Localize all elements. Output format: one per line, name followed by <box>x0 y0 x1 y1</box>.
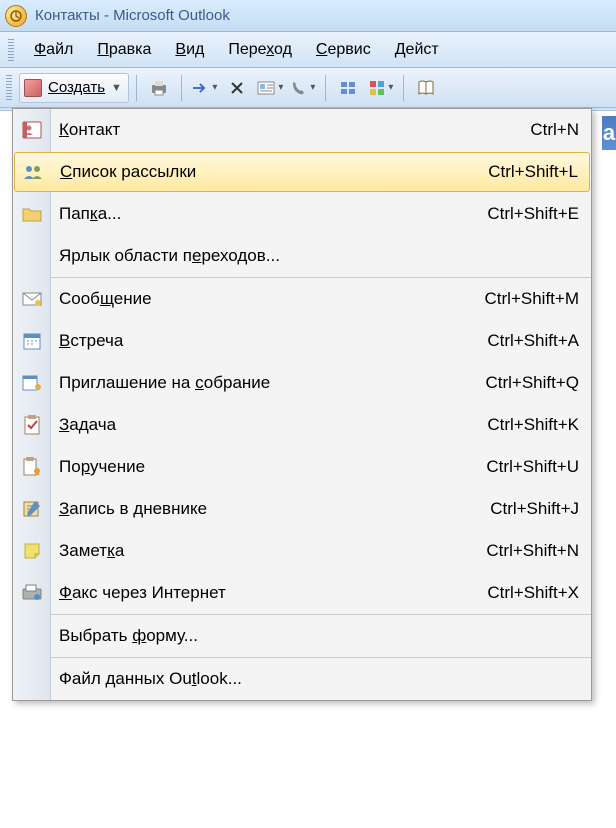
toolbar-separator <box>181 75 182 101</box>
menu-переход[interactable]: Переход <box>216 36 304 64</box>
delete-button[interactable] <box>222 73 252 103</box>
menubar-grip <box>8 39 14 61</box>
toolbar-separator <box>325 75 326 101</box>
window-title: Контакты - Microsoft Outlook <box>35 7 230 24</box>
menu-item[interactable]: ПоручениеCtrl+Shift+U <box>13 446 591 488</box>
alpha-index[interactable]: а <box>602 116 616 150</box>
menu-правка[interactable]: Правка <box>85 36 163 64</box>
menu-файл[interactable]: Файл <box>22 36 85 64</box>
toolbar: Создать ▼ ▾ ▾ ▾ ▾ <box>0 68 616 108</box>
card-button[interactable]: ▾ <box>255 73 285 103</box>
menu-item[interactable]: Запись в дневникеCtrl+Shift+J <box>13 488 591 530</box>
contact-icon <box>20 118 44 142</box>
create-button-label: Создать <box>48 79 105 96</box>
menu-item-label: Список рассылки <box>60 162 488 182</box>
toolbar-separator <box>403 75 404 101</box>
print-button[interactable] <box>144 73 174 103</box>
menu-item-label: Сообщение <box>59 289 485 309</box>
fax-icon <box>20 581 44 605</box>
menu-item-shortcut: Ctrl+N <box>530 120 579 140</box>
toolbar-separator <box>136 75 137 101</box>
menu-item[interactable]: КонтактCtrl+N <box>13 109 591 151</box>
call-button[interactable]: ▾ <box>288 73 318 103</box>
menu-item-label: Файл данных Outlook... <box>59 669 579 689</box>
menu-item[interactable]: Список рассылкиCtrl+Shift+L <box>14 152 590 192</box>
menu-item[interactable]: Приглашение на собраниеCtrl+Shift+Q <box>13 362 591 404</box>
menu-вид[interactable]: Вид <box>163 36 216 64</box>
toolbar-grip <box>6 75 12 101</box>
menu-сервис[interactable]: Сервис <box>304 36 383 64</box>
mail-icon <box>20 287 44 311</box>
menu-item[interactable]: ЗаметкаCtrl+Shift+N <box>13 530 591 572</box>
menu-item-shortcut: Ctrl+Shift+A <box>487 331 579 351</box>
menu-item-label: Ярлык области переходов... <box>59 246 579 266</box>
task-icon <box>20 413 44 437</box>
move-button[interactable]: ▾ <box>189 73 219 103</box>
journal-icon <box>20 497 44 521</box>
menu-item-shortcut: Ctrl+Shift+E <box>487 204 579 224</box>
menu-item-shortcut: Ctrl+Shift+X <box>487 583 579 603</box>
addressbook-button[interactable] <box>411 73 441 103</box>
folder-icon <box>20 202 44 226</box>
menu-item-shortcut: Ctrl+Shift+Q <box>485 373 579 393</box>
meeting-icon <box>20 371 44 395</box>
menubar: ФайлПравкаВидПереходСервисДейст <box>0 32 616 68</box>
dropdown-arrow-icon: ▼ <box>111 82 122 94</box>
menu-item[interactable]: Факс через ИнтернетCtrl+Shift+X <box>13 572 591 614</box>
contact-card-icon <box>24 79 42 97</box>
menu-item[interactable]: СообщениеCtrl+Shift+M <box>13 278 591 320</box>
menu-item-label: Поручение <box>59 457 486 477</box>
menu-item-label: Приглашение на собрание <box>59 373 485 393</box>
outlook-app-icon <box>5 5 27 27</box>
menu-item[interactable]: ЗадачаCtrl+Shift+K <box>13 404 591 446</box>
calendar-icon <box>20 329 44 353</box>
menu-item-label: Встреча <box>59 331 487 351</box>
menu-item[interactable]: ВстречаCtrl+Shift+A <box>13 320 591 362</box>
assign-icon <box>20 455 44 479</box>
menu-дейст[interactable]: Дейст <box>383 36 451 64</box>
menu-item-label: Папка... <box>59 204 487 224</box>
create-button[interactable]: Создать ▼ <box>19 73 129 103</box>
menu-item[interactable]: Папка...Ctrl+Shift+E <box>13 193 591 235</box>
menu-item-shortcut: Ctrl+Shift+K <box>487 415 579 435</box>
menu-item[interactable]: Ярлык области переходов... <box>13 235 591 277</box>
menu-item-label: Заметка <box>59 541 486 561</box>
view-button[interactable] <box>333 73 363 103</box>
menu-item-label: Выбрать форму... <box>59 626 579 646</box>
menu-item-shortcut: Ctrl+Shift+L <box>488 162 578 182</box>
note-icon <box>20 539 44 563</box>
menu-item[interactable]: Файл данных Outlook... <box>13 658 591 700</box>
menu-item-shortcut: Ctrl+Shift+M <box>485 289 579 309</box>
menu-item-label: Задача <box>59 415 487 435</box>
menu-item[interactable]: Выбрать форму... <box>13 615 591 657</box>
create-dropdown-menu: КонтактCtrl+NСписок рассылкиCtrl+Shift+L… <box>12 108 592 701</box>
categorize-button[interactable]: ▾ <box>366 73 396 103</box>
menu-item-shortcut: Ctrl+Shift+N <box>486 541 579 561</box>
menu-item-label: Контакт <box>59 120 530 140</box>
menu-item-shortcut: Ctrl+Shift+J <box>490 499 579 519</box>
titlebar: Контакты - Microsoft Outlook <box>0 0 616 32</box>
menu-item-label: Факс через Интернет <box>59 583 487 603</box>
list-icon <box>22 160 46 184</box>
menu-item-label: Запись в дневнике <box>59 499 490 519</box>
menu-item-shortcut: Ctrl+Shift+U <box>486 457 579 477</box>
